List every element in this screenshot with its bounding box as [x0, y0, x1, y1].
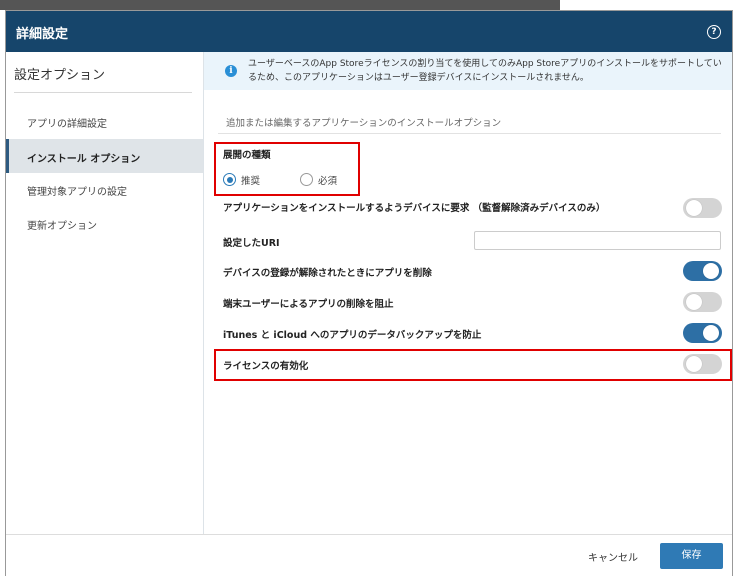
top-strip [0, 0, 745, 10]
info-text: ユーザーベースのApp Storeライセンスの割り当てを使用してのみApp St… [248, 59, 722, 83]
toggle-knob [686, 294, 702, 310]
sidebar-divider [14, 92, 192, 93]
help-icon[interactable]: ? [707, 25, 721, 39]
setting-label-prevent-removal: 端末ユーザーによるアプリの削除を阻止 [223, 299, 394, 310]
toggle-prevent-removal[interactable] [683, 292, 722, 312]
sidebar-item-app-details[interactable]: アプリの詳細設定 [6, 104, 203, 138]
toggle-knob [686, 200, 702, 216]
sidebar-item-label: 管理対象アプリの設定 [27, 187, 127, 198]
info-banner: i ユーザーベースのApp Storeライセンスの割り当てを使用してのみApp … [204, 52, 732, 90]
info-icon: i [225, 65, 237, 77]
section-subtitle: 追加または編集するアプリケーションのインストールオプション [226, 118, 502, 129]
highlight-box-deploy-type [214, 142, 360, 196]
section-divider [218, 133, 721, 134]
main-panel: i ユーザーベースのApp Storeライセンスの割り当てを使用してのみApp … [204, 52, 732, 534]
sidebar-item-update-options[interactable]: 更新オプション [6, 206, 203, 240]
dialog-title: 詳細設定 [16, 27, 69, 42]
sidebar-item-install-options[interactable]: インストール オプション [6, 139, 203, 173]
highlight-box-license-activation [214, 349, 732, 381]
sidebar-item-label: アプリの詳細設定 [27, 119, 107, 130]
toggle-knob [703, 263, 719, 279]
uri-label: 設定したURI [223, 238, 280, 249]
sidebar-title: 設定オプション [14, 68, 106, 83]
settings-dialog: 詳細設定 ? 設定オプション アプリの詳細設定 インストール オプション 管理対… [5, 10, 733, 576]
dialog-header: 詳細設定 ? [6, 11, 732, 52]
toggle-prevent-backup[interactable] [683, 323, 722, 343]
sidebar: 設定オプション アプリの詳細設定 インストール オプション 管理対象アプリの設定… [6, 52, 204, 534]
uri-input[interactable] [474, 231, 721, 250]
dialog-footer: キャンセル 保存 [6, 534, 732, 576]
sidebar-item-label: インストール オプション [27, 154, 141, 165]
cancel-button[interactable]: キャンセル [588, 549, 638, 564]
sidebar-item-label: 更新オプション [27, 221, 97, 232]
toggle-remove-on-unenroll[interactable] [683, 261, 722, 281]
save-button[interactable]: 保存 [660, 543, 723, 569]
setting-label-remove-on-unenroll: デバイスの登録が解除されたときにアプリを削除 [223, 268, 432, 279]
sidebar-item-managed-app-settings[interactable]: 管理対象アプリの設定 [6, 172, 203, 206]
toggle-require-install[interactable] [683, 198, 722, 218]
setting-label-require-install: アプリケーションをインストールするようデバイスに要求 （監督解除済みデバイスのみ… [223, 203, 606, 214]
setting-label-prevent-backup: iTunes と iCloud へのアプリのデータバックアップを防止 [223, 330, 482, 341]
toggle-knob [703, 325, 719, 341]
